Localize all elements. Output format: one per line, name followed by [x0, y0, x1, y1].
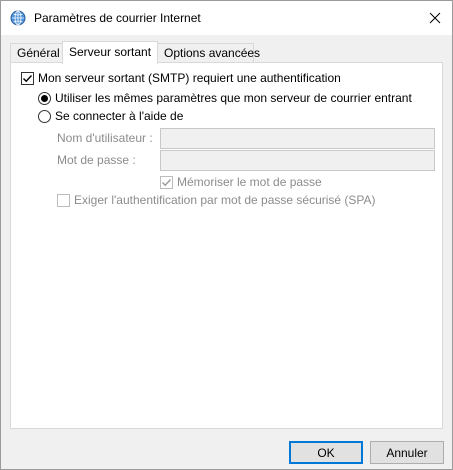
smtp-auth-checkbox[interactable]: [21, 71, 34, 85]
close-icon: [429, 12, 441, 24]
globe-mail-icon: [10, 10, 26, 26]
cancel-button[interactable]: Annuler: [370, 441, 444, 464]
radio-selected-dot: [41, 94, 48, 102]
tab-label: Serveur sortant: [69, 45, 152, 59]
checkmark-icon: [162, 178, 172, 186]
ok-button-label: OK: [317, 445, 335, 460]
use-same-settings-radio[interactable]: [38, 91, 51, 105]
use-same-settings-row[interactable]: Utiliser les mêmes paramètres que mon se…: [38, 91, 412, 105]
dialog-window: Paramètres de courrier Internet Général …: [0, 0, 453, 470]
remember-password-label: Mémoriser le mot de passe: [177, 175, 322, 189]
login-with-label: Se connecter à l'aide de: [55, 109, 184, 123]
spa-label: Exiger l'authentification par mot de pas…: [74, 193, 376, 207]
tab-label: Général: [17, 46, 60, 60]
tab-outgoing-server[interactable]: Serveur sortant: [62, 41, 158, 64]
username-field[interactable]: [160, 128, 435, 149]
spa-checkbox[interactable]: [57, 193, 70, 207]
smtp-auth-label: Mon serveur sortant (SMTP) requiert une …: [38, 71, 341, 85]
title-bar: Paramètres de courrier Internet: [1, 1, 452, 35]
smtp-auth-row[interactable]: Mon serveur sortant (SMTP) requiert une …: [21, 71, 341, 85]
use-same-settings-label: Utiliser les mêmes paramètres que mon se…: [55, 91, 412, 105]
tab-panel-outgoing: Mon serveur sortant (SMTP) requiert une …: [10, 62, 443, 429]
cancel-button-label: Annuler: [386, 445, 428, 460]
password-label: Mot de passe :: [57, 153, 136, 167]
login-with-row[interactable]: Se connecter à l'aide de: [38, 109, 183, 123]
remember-password-checkbox[interactable]: [160, 175, 173, 189]
username-label: Nom d'utilisateur :: [57, 131, 153, 145]
ok-button[interactable]: OK: [289, 441, 363, 464]
tab-general[interactable]: Général: [10, 43, 63, 63]
window-title: Paramètres de courrier Internet: [34, 11, 201, 25]
close-button[interactable]: [418, 1, 452, 35]
tab-label: Options avancées: [164, 46, 261, 60]
password-field[interactable]: [160, 150, 435, 171]
remember-password-row[interactable]: Mémoriser le mot de passe: [160, 175, 322, 189]
login-with-radio[interactable]: [38, 109, 51, 123]
checkmark-icon: [23, 74, 33, 82]
spa-row[interactable]: Exiger l'authentification par mot de pas…: [57, 193, 376, 207]
tab-advanced-options[interactable]: Options avancées: [157, 43, 260, 63]
